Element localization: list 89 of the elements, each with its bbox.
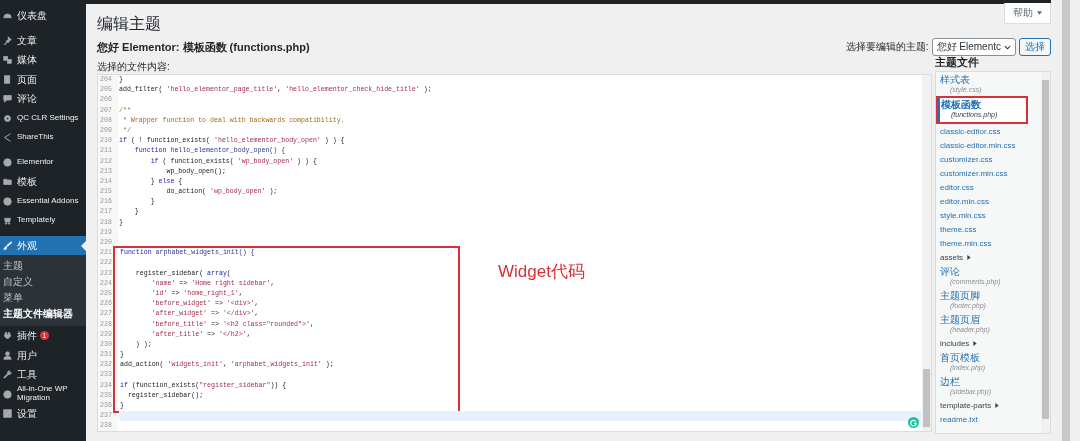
code-editor[interactable] xyxy=(97,74,932,432)
submenu-item[interactable]: 自定义 xyxy=(0,274,86,290)
page-icon xyxy=(3,74,12,84)
file-item[interactable]: includes xyxy=(936,336,1040,350)
menu-item[interactable]: 文章 xyxy=(0,30,86,50)
menu-item[interactable]: Essential Addons xyxy=(0,191,86,211)
wrench-icon xyxy=(3,370,12,380)
file-item[interactable]: classic-editor.css xyxy=(936,124,1040,138)
file-item[interactable]: customizer.css xyxy=(936,152,1040,166)
file-name: customizer.min.css xyxy=(940,167,1009,179)
pin-icon xyxy=(3,35,12,45)
file-name: 主题页脚 xyxy=(940,289,981,301)
file-name: editor.css xyxy=(940,181,975,193)
file-item[interactable]: editor.css xyxy=(936,180,1040,194)
user-icon xyxy=(3,350,12,360)
help-button[interactable]: 帮助 xyxy=(1004,3,1051,24)
menu-item[interactable]: 用户 xyxy=(0,345,86,365)
file-name: 评论 xyxy=(940,265,961,277)
page-title: 编辑主题 xyxy=(97,14,161,34)
circle-icon xyxy=(3,157,12,167)
file-name: customizer.css xyxy=(940,153,994,165)
gauge-icon xyxy=(3,11,12,21)
file-name: readme.txt xyxy=(940,413,979,425)
chevron-icon xyxy=(1004,44,1011,50)
file-name: 边栏 xyxy=(940,375,961,387)
menu-item[interactable]: 评论 xyxy=(0,89,86,109)
caret-icon xyxy=(1037,11,1042,15)
file-name: 首页模板 xyxy=(940,351,981,363)
menu-item[interactable]: QC CLR Settings xyxy=(0,108,86,128)
folder-name: assets xyxy=(940,251,964,263)
folder-name: includes xyxy=(940,337,970,349)
menu-item[interactable]: 仪表盘 xyxy=(0,6,86,26)
file-item[interactable]: theme.css xyxy=(936,222,1040,236)
file-item[interactable]: style.min.css xyxy=(936,208,1040,222)
folder-name: template-parts xyxy=(940,399,992,411)
grid-icon xyxy=(3,409,12,419)
page-scrollbar[interactable] xyxy=(1062,0,1070,441)
file-item[interactable]: readme.txt xyxy=(936,412,1040,426)
file-title: 您好 Elementor: 模板函数 (functions.php) xyxy=(97,39,310,55)
annotation-label: Widget代码 xyxy=(498,261,585,283)
submenu-item[interactable]: 主题 xyxy=(0,258,86,274)
scrollbar[interactable] xyxy=(922,75,931,431)
file-name: theme.css xyxy=(940,223,978,235)
theme-select[interactable]: 您好 Elementc xyxy=(931,38,1016,56)
menu-item[interactable]: 外观 xyxy=(0,235,86,255)
menu-item[interactable]: 页面 xyxy=(0,69,86,89)
theme-select-label: 选择要编辑的主题: xyxy=(845,40,929,54)
files-heading: 主题文件 xyxy=(935,55,980,70)
share-icon xyxy=(3,133,12,143)
file-item[interactable]: assets xyxy=(936,250,1040,264)
file-name: style.min.css xyxy=(940,209,987,221)
select-button[interactable]: 选择 xyxy=(1019,38,1051,56)
file-item[interactable]: theme.min.css xyxy=(936,236,1040,250)
plug-icon xyxy=(3,331,12,341)
media-icon xyxy=(3,55,12,65)
menu-item[interactable]: All-in-One WP Migration xyxy=(0,384,86,404)
grammar-check-icon[interactable] xyxy=(908,417,919,428)
file-name: 样式表 xyxy=(940,73,971,85)
file-name: theme.min.css xyxy=(940,237,993,249)
menu-item[interactable]: 工具 xyxy=(0,365,86,385)
cart-icon xyxy=(3,216,12,226)
menu-item[interactable]: Templately xyxy=(0,211,86,231)
circle-icon xyxy=(3,196,12,206)
scrollbar[interactable] xyxy=(1041,72,1050,433)
file-name: 模板函数 xyxy=(941,99,982,110)
folder-icon xyxy=(3,177,12,187)
submenu-item[interactable]: 主题文件编辑器 xyxy=(0,306,86,322)
content-label: 选择的文件内容: xyxy=(97,60,171,74)
file-name: classic-editor.css xyxy=(940,125,1002,137)
expand-arrow-icon xyxy=(973,340,978,346)
menu-item[interactable]: 模板 xyxy=(0,172,86,192)
file-item[interactable]: customizer.min.css xyxy=(936,166,1040,180)
submenu-item[interactable]: 菜单 xyxy=(0,290,86,306)
menu-item[interactable]: 媒体 xyxy=(0,50,86,70)
menu-item[interactable]: Elementor xyxy=(0,152,86,172)
file-name: 主题页眉 xyxy=(940,313,981,325)
expand-arrow-icon xyxy=(995,402,1000,408)
brush-icon xyxy=(3,240,12,250)
file-item[interactable]: template-parts xyxy=(936,398,1040,412)
menu-item[interactable]: 设置 xyxy=(0,404,86,424)
menu-item[interactable]: ShareThis xyxy=(0,128,86,148)
file-item[interactable]: classic-editor.min.css xyxy=(936,138,1040,152)
gear-icon xyxy=(3,113,12,123)
circle-icon xyxy=(3,389,12,399)
expand-arrow-icon xyxy=(967,254,972,260)
file-name: classic-editor.min.css xyxy=(940,139,1017,151)
comment-icon xyxy=(3,94,12,104)
file-item[interactable]: editor.min.css xyxy=(936,194,1040,208)
file-name: editor.min.css xyxy=(940,195,990,207)
